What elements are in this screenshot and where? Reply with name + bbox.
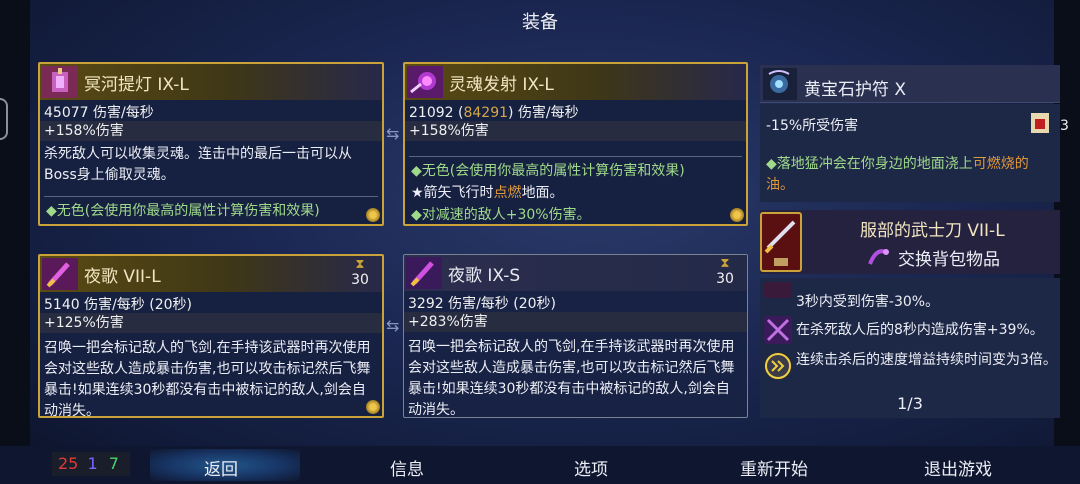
weapon-card-soul-shot[interactable]: 灵魂发射 IX-L 21092 (84291) 伤害/每秒 +158%伤害 ◆无… — [403, 62, 748, 226]
skill-bonus: +125%伤害 — [40, 313, 382, 333]
skill-name: 夜歌 VII-L — [84, 267, 161, 287]
backpack-weapon-name: 服部的武士刀 VII-L — [860, 221, 1005, 241]
soul-orb-icon — [407, 66, 443, 98]
divider — [409, 156, 742, 157]
cooldown: ⧗ 30 — [711, 256, 739, 288]
amulet-name: 黄宝石护符 X — [804, 80, 907, 100]
speed-icon — [764, 352, 792, 380]
brutality-stat: 25 — [58, 454, 79, 473]
effect-icon — [764, 282, 792, 298]
weapon-tag: ◆无色(会使用你最高的属性计算伤害和效果) — [411, 163, 685, 179]
stats-display: 25 1 7 — [52, 452, 130, 476]
flying-sword-icon — [406, 257, 442, 289]
swap-arrow-icon: ⇆ — [386, 124, 400, 143]
hourglass-icon: ⧗ — [720, 256, 730, 271]
divider — [44, 196, 378, 197]
weapon-tag: ◆对减速的敌人+30%伤害。 — [411, 207, 591, 223]
info-button[interactable]: 信息 — [390, 455, 424, 480]
swap-label[interactable]: 交换背包物品 — [898, 245, 1000, 270]
katana-icon — [760, 212, 802, 272]
back-button[interactable]: 返回 — [204, 455, 238, 480]
effect-line: 在杀死敌人后的8秒内造成伤害+39%。 — [796, 322, 1044, 338]
weapon-card-lantern[interactable]: 冥河提灯 IX-L 45077 伤害/每秒 +158%伤害 杀死敌人可以收集灵魂… — [38, 62, 384, 226]
options-button[interactable]: 选项 — [574, 455, 608, 480]
scroll-count: 3 — [1060, 118, 1069, 134]
weapon-tag: ★箭矢飞行时点燃地面。 — [411, 185, 564, 201]
tactics-stat: 1 — [87, 454, 98, 473]
cooldown: ⧗ 30 — [346, 257, 374, 289]
quit-button[interactable]: 退出游戏 — [924, 455, 992, 480]
weapon-name: 冥河提灯 IX-L — [84, 75, 189, 95]
restart-button[interactable]: 重新开始 — [740, 455, 808, 480]
weapon-name: 灵魂发射 IX-L — [449, 75, 554, 95]
skill-bonus: +283%伤害 — [404, 312, 747, 332]
weapon-dps: 21092 (84291) 伤害/每秒 — [409, 105, 579, 121]
weapon-tag: ◆无色(会使用你最高的属性计算伤害和效果) — [46, 203, 320, 219]
amulet-line: ◆落地猛冲会在你身边的地面浇上可燃烧的油。 — [766, 156, 1029, 193]
skill-description: 召唤一把会标记敌人的飞剑,在手持该武器时再次使用会对这些敌人造成暴击伤害,也可以… — [44, 340, 371, 416]
weapon-description: 杀死敌人可以收集灵魂。连击中的最后一击可以从Boss身上偷取灵魂。 — [44, 146, 352, 183]
crossed-swords-icon — [764, 316, 792, 344]
effect-line: 连续击杀后的速度增益持续时间变为3倍。 — [796, 352, 1057, 368]
flying-sword-icon — [42, 258, 78, 290]
page-indicator: 1/3 — [897, 394, 923, 413]
page-title: 装备 — [522, 12, 558, 33]
gold-corner-icon — [366, 208, 380, 222]
gold-corner-icon — [366, 400, 380, 414]
skill-dps: 3292 伤害/每秒 (20秒) — [408, 296, 556, 312]
skill-card-nightsong-1[interactable]: 夜歌 VII-L ⧗ 30 5140 伤害/每秒 (20秒) +125%伤害 召唤… — [38, 254, 384, 418]
scroll-icon — [1028, 110, 1054, 136]
gold-corner-icon — [730, 208, 744, 222]
lantern-icon — [42, 66, 78, 98]
skill-description: 召唤一把会标记敌人的飞剑,在手持该武器时再次使用会对这些敌人造成暴击伤害,也可以… — [408, 339, 735, 415]
weapon-bonus: +158%伤害 — [405, 121, 746, 141]
weapon-dps: 45077 伤害/每秒 — [44, 105, 154, 121]
skill-card-nightsong-2[interactable]: 夜歌 IX-S ⧗ 30 3292 伤害/每秒 (20秒) +283%伤害 召唤一… — [403, 254, 748, 418]
side-tab[interactable] — [0, 98, 8, 140]
swap-arrow-icon: ⇆ — [386, 316, 400, 335]
survival-stat: 7 — [108, 454, 119, 473]
skill-name: 夜歌 IX-S — [448, 266, 521, 286]
left-bezel — [0, 0, 30, 484]
effect-line: 3秒内受到伤害-30%。 — [796, 294, 940, 310]
amulet-effect: -15%所受伤害 — [766, 118, 859, 134]
swap-icon — [866, 244, 890, 268]
weapon-bonus: +158%伤害 — [40, 121, 382, 141]
amulet-icon — [763, 68, 797, 100]
hourglass-icon: ⧗ — [355, 257, 365, 272]
skill-dps: 5140 伤害/每秒 (20秒) — [44, 297, 192, 313]
